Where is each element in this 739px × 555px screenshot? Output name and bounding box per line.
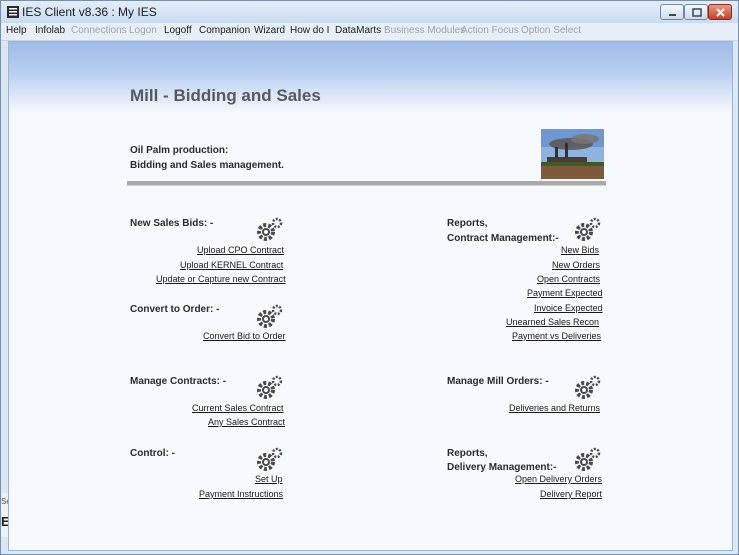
mill-photo (541, 129, 604, 179)
invoice-expected-link[interactable]: Invoice Expected (534, 303, 603, 313)
manage-contracts-title: Manage Contracts: - (130, 376, 227, 387)
close-icon (716, 8, 725, 17)
gear-icon (575, 217, 601, 241)
header-divider (127, 181, 606, 186)
intro-line-1: Oil Palm production: (130, 145, 229, 156)
convert-bid-to-order-link[interactable]: Convert Bid to Order (203, 331, 286, 341)
menu-wizard[interactable]: Wizard (254, 25, 285, 36)
payment-instructions-link[interactable]: Payment Instructions (199, 489, 283, 499)
title-bar[interactable]: IES Client v8.36 : My IES (1, 1, 738, 23)
delivery-report-link[interactable]: Delivery Report (540, 489, 602, 499)
reports-contract-title-1: Reports, (447, 218, 488, 229)
reports-delivery-title-2: Delivery Management:- (447, 462, 557, 473)
new-sales-bids-title: New Sales Bids: - (130, 218, 214, 229)
menu-help[interactable]: Help (6, 25, 27, 36)
close-button[interactable] (708, 4, 732, 20)
maximize-icon (692, 8, 702, 17)
unearned-sales-recon-link[interactable]: Unearned Sales Recon (506, 317, 599, 327)
window-title: IES Client v8.36 : My IES (22, 5, 157, 19)
header-banner (9, 42, 732, 112)
app-icon (7, 6, 19, 18)
menu-logon[interactable]: Logon (129, 25, 157, 36)
minimize-icon (669, 14, 676, 16)
gear-icon (257, 375, 283, 399)
minimize-button[interactable] (660, 4, 684, 20)
any-sales-contract-link[interactable]: Any Sales Contract (208, 417, 285, 427)
reports-contract-title-2: Contract Management:- (447, 233, 559, 244)
reports-delivery-title-1: Reports, (447, 448, 488, 459)
main-panel: Mill - Bidding and Sales Oil Palm produc… (8, 41, 733, 551)
set-up-link[interactable]: Set Up (255, 474, 283, 484)
menu-option-select[interactable]: Option Select (521, 25, 581, 36)
menu-bar: Help Infolab Connections Logon Logoff Co… (1, 23, 738, 41)
upload-cpo-contract-link[interactable]: Upload CPO Contract (197, 245, 284, 255)
gear-icon (257, 217, 283, 241)
content-area (9, 112, 732, 550)
open-delivery-orders-link[interactable]: Open Delivery Orders (515, 474, 602, 484)
new-bids-link[interactable]: New Bids (561, 245, 599, 255)
convert-to-order-title: Convert to Order: - (130, 304, 220, 315)
payment-expected-link[interactable]: Payment Expected (527, 288, 603, 298)
page-title: Mill - Bidding and Sales (130, 86, 321, 105)
gear-icon (575, 375, 601, 399)
update-capture-contract-link[interactable]: Update or Capture new Contract (156, 274, 286, 284)
maximize-button[interactable] (684, 4, 708, 20)
menu-business-modules[interactable]: Business Modules (384, 25, 465, 36)
menu-action-focus[interactable]: Action Focus (461, 25, 519, 36)
deliveries-and-returns-link[interactable]: Deliveries and Returns (509, 403, 600, 413)
manage-mill-orders-title: Manage Mill Orders: - (447, 376, 549, 387)
menu-how-do-i[interactable]: How do I (290, 25, 329, 36)
payment-vs-deliveries-link[interactable]: Payment vs Deliveries (512, 331, 601, 341)
gear-icon (257, 304, 283, 328)
open-contracts-link[interactable]: Open Contracts (537, 274, 600, 284)
menu-companion[interactable]: Companion (199, 25, 250, 36)
menu-connections[interactable]: Connections (71, 25, 127, 36)
menu-infolab[interactable]: Infolab (35, 25, 65, 36)
new-orders-link[interactable]: New Orders (552, 260, 600, 270)
gear-icon (575, 447, 601, 471)
control-title: Control: - (130, 448, 175, 459)
menu-datamarts[interactable]: DataMarts (335, 25, 381, 36)
current-sales-contract-link[interactable]: Current Sales Contract (192, 403, 284, 413)
gear-icon (257, 447, 283, 471)
menu-logoff[interactable]: Logoff (164, 25, 192, 36)
upload-kernel-contract-link[interactable]: Upload KERNEL Contract (180, 260, 283, 270)
app-window: IES Client v8.36 : My IES Help Infolab C… (0, 0, 739, 555)
intro-line-2: Bidding and Sales management. (130, 160, 284, 171)
